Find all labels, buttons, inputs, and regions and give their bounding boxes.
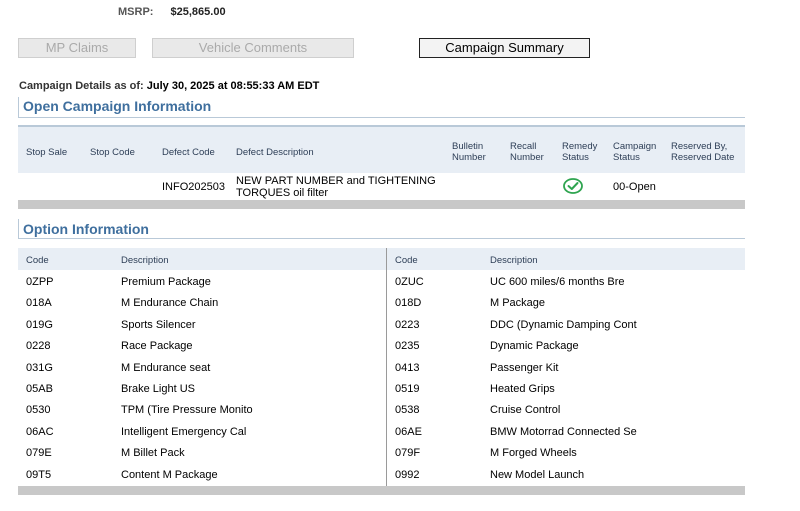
col-recall-number-2: Number (510, 152, 544, 163)
defect-description-line-1: NEW PART NUMBER and TIGHTENING (236, 175, 436, 187)
option-code: 018D (395, 297, 422, 310)
option-code: 0235 (395, 340, 420, 353)
table-row: 079E M Billet Pack 079F M Forged Wheels (18, 442, 745, 463)
column-divider (386, 248, 387, 486)
option-table-header: Code Description Code Description (18, 248, 745, 270)
option-code: 0ZUC (395, 276, 424, 288)
option-description: M Endurance seat (121, 361, 211, 374)
col-description-left: Description (121, 255, 169, 266)
campaign-summary-button[interactable]: Campaign Summary (419, 38, 590, 58)
option-code: 019G (26, 318, 53, 331)
as-of-date: July 30, 2025 at 08:55:33 AM EDT (146, 80, 320, 92)
table-row: 0ZPP Premium Package 0ZUC UC 600 miles/6 mo… (18, 271, 745, 292)
col-campaign-status-2: Status (613, 152, 640, 163)
option-code: 06AC (26, 425, 54, 438)
table-row: 031G M Endurance seat 0413 Passenger Kit (18, 357, 745, 378)
option-code: 06AE (395, 425, 422, 438)
option-description: New Model Launch (490, 468, 585, 481)
col-remedy-status-1: Remedy (562, 141, 598, 152)
table-row: 09T5 Content M Package 0992 New Model Launc… (18, 464, 745, 485)
option-code: 079F (395, 447, 421, 460)
col-remedy-status-2: Status (562, 152, 589, 163)
vehicle-comments-button[interactable]: Vehicle Comments (152, 38, 354, 58)
col-bulletin-number-1: Bulletin (452, 141, 484, 152)
check-circle-icon (563, 178, 583, 194)
section-divider (18, 117, 745, 118)
option-information-title: Option Information (23, 221, 149, 237)
option-code: 0992 (395, 468, 420, 481)
option-description: Cruise Control (490, 404, 561, 417)
option-description: Sports Silencer (121, 318, 196, 331)
as-of-label: Campaign Details as of: (19, 80, 144, 92)
scrollbar-horizontal[interactable] (18, 200, 745, 209)
option-description: Content M Package (121, 468, 218, 481)
msrp-value: $25,865.00 (170, 6, 226, 18)
col-reserved-by-2: Reserved Date (671, 152, 735, 163)
defect-code: INFO202503 (162, 181, 225, 193)
col-defect-code: Defect Code (162, 147, 215, 158)
option-code: 0538 (395, 404, 420, 417)
table-row: 018A M Endurance Chain 018D M Package (18, 292, 745, 313)
option-description: M Package (490, 297, 546, 310)
campaign-status: 00-Open (613, 181, 656, 193)
option-description: M Billet Pack (121, 447, 185, 460)
option-description: Brake Light US (121, 383, 195, 395)
option-code: 0530 (26, 404, 51, 417)
defect-description-line-2: TORQUES oil filter (236, 187, 329, 199)
option-description: Premium Package (121, 276, 211, 288)
col-description-right: Description (490, 255, 538, 266)
col-code-right: Code (395, 255, 418, 266)
option-code: 05AB (26, 383, 53, 395)
col-code-left: Code (26, 255, 49, 266)
option-code: 0ZPP (26, 276, 54, 288)
table-row: 0228 Race Package 0235 Dynamic Package (18, 335, 745, 356)
option-description: BMW Motorrad Connected Se (490, 425, 637, 438)
section-divider (18, 238, 745, 239)
option-description: Passenger Kit (490, 361, 559, 374)
option-description: UC 600 miles/6 months Bre (490, 276, 625, 288)
option-description: DDC (Dynamic Damping Cont (490, 318, 637, 331)
col-recall-number-1: Recall (510, 141, 537, 152)
option-code: 018A (26, 297, 52, 310)
option-code: 0519 (395, 383, 420, 395)
scrollbar-horizontal[interactable] (18, 486, 745, 495)
option-description: TPM (Tire Pressure Monito (121, 404, 253, 417)
msrp-label: MSRP: (118, 6, 154, 18)
table-row: 019G Sports Silencer 0223 DDC (Dynamic Damp… (18, 314, 745, 335)
option-description: Dynamic Package (490, 340, 579, 353)
col-defect-description: Defect Description (236, 147, 314, 158)
mp-claims-button[interactable]: MP Claims (18, 38, 136, 58)
campaign-table-header: Stop Sale Stop Code Defect Code Defect D… (18, 125, 745, 173)
col-reserved-by-1: Reserved By, (671, 141, 728, 152)
option-description: Intelligent Emergency Cal (121, 425, 247, 438)
option-code: 09T5 (26, 468, 52, 481)
option-description: M Forged Wheels (490, 447, 577, 460)
option-code: 031G (26, 361, 53, 374)
open-campaign-title: Open Campaign Information (23, 98, 212, 114)
option-code: 079E (26, 447, 52, 460)
col-bulletin-number-2: Number (452, 152, 486, 163)
msrp: MSRP: $25,865.00 (118, 6, 226, 18)
table-row: 05AB Brake Light US 0519 Heated Grips (18, 378, 745, 399)
option-code: 0223 (395, 318, 420, 331)
option-code: 0413 (395, 361, 420, 374)
campaign-details-as-of: Campaign Details as of: July 30, 2025 at… (19, 80, 319, 92)
option-code: 0228 (26, 340, 51, 353)
option-description: Race Package (121, 340, 193, 353)
col-stop-sale: Stop Sale (26, 147, 68, 158)
option-description: Heated Grips (490, 383, 555, 395)
option-description: M Endurance Chain (121, 297, 219, 310)
col-campaign-status-1: Campaign (613, 141, 657, 152)
campaign-row: INFO202503 NEW PART NUMBER and TIGHTENIN… (18, 173, 745, 200)
table-row: 06AC Intelligent Emergency Cal 06AE BMW Mot… (18, 421, 745, 442)
col-stop-code: Stop Code (90, 147, 135, 158)
table-row: 0530 TPM (Tire Pressure Monito 0538 Cruise … (18, 399, 745, 420)
